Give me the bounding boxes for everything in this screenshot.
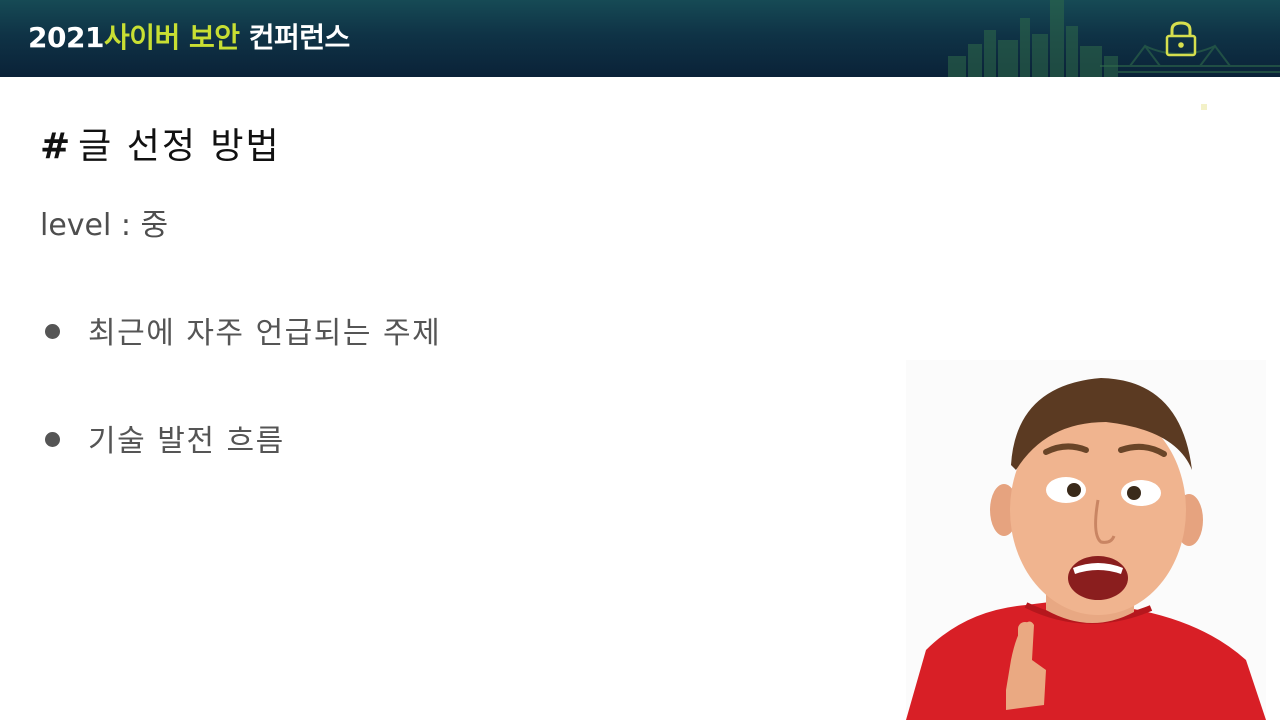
bullet-dot-icon	[45, 432, 60, 447]
bullet-item: 최근에 자주 언급되는 주제	[45, 315, 441, 353]
slide-title: # 글 선정 방법	[40, 124, 281, 170]
city-skyline-icon	[948, 0, 1280, 77]
hash-symbol: #	[40, 126, 73, 167]
title-conference: 컨퍼런스	[239, 21, 351, 54]
slide-title-text: 글 선정 방법	[78, 126, 281, 167]
bullet-item: 기술 발전 흐름	[45, 423, 285, 461]
bullet-dot-icon	[45, 324, 60, 339]
level-text: level : 중	[40, 208, 169, 243]
slide-header: 2021사이버 보안 컨퍼런스	[0, 0, 1280, 77]
title-year: 2021	[28, 21, 104, 54]
decorative-dot	[1201, 104, 1207, 110]
padlock-icon	[1165, 21, 1197, 57]
title-cyber-security: 사이버 보안	[103, 21, 240, 54]
bullet-text: 기술 발전 흐름	[88, 424, 285, 459]
conference-title: 2021사이버 보안 컨퍼런스	[28, 20, 350, 56]
surprised-boy-photo	[906, 360, 1266, 720]
bullet-text: 최근에 자주 언급되는 주제	[88, 316, 442, 351]
